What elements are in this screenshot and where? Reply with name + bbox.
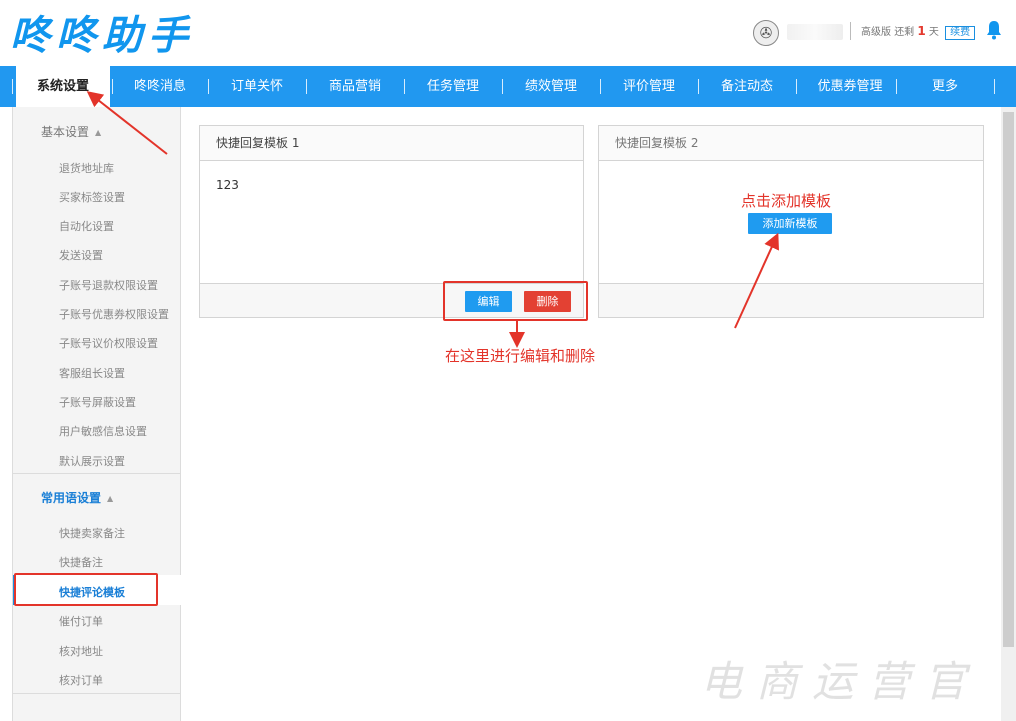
nav-divider bbox=[502, 79, 503, 94]
annotation-box-sidebar-item bbox=[14, 573, 158, 606]
nav-item-dongdong-messages[interactable]: 咚咚消息 bbox=[122, 66, 198, 107]
app-logo: 咚咚助手 bbox=[10, 13, 194, 59]
nav-divider bbox=[208, 79, 209, 94]
sidebar-item-buyer-tags[interactable]: 买家标签设置 bbox=[59, 189, 125, 205]
sidebar-item-subaccount-block[interactable]: 子账号屏蔽设置 bbox=[59, 394, 136, 410]
scrollbar-thumb[interactable] bbox=[1003, 112, 1014, 647]
edition-status: 高级版 还剩 1 天 续费 bbox=[861, 24, 976, 40]
annotation-add-note: 点击添加模板 bbox=[741, 192, 832, 210]
nav-divider bbox=[796, 79, 797, 94]
sidebar-item-return-address[interactable]: 退货地址库 bbox=[59, 160, 114, 176]
sidebar-item-default-display[interactable]: 默认展示设置 bbox=[59, 453, 125, 469]
username-blurred bbox=[787, 24, 843, 40]
nav-item-more[interactable]: 更多 bbox=[906, 66, 984, 107]
sidebar-item-automation[interactable]: 自动化设置 bbox=[59, 218, 114, 234]
sidebar-group-phrases[interactable]: 常用语设置 ▲ bbox=[41, 489, 113, 506]
nav-divider bbox=[698, 79, 699, 94]
sidebar-item-subaccount-refund[interactable]: 子账号退款权限设置 bbox=[59, 277, 158, 293]
template-panel-2-title: 快捷回复模板 2 bbox=[599, 126, 983, 161]
caret-up-icon: ▲ bbox=[95, 128, 102, 137]
nav-item-order-care[interactable]: 订单关怀 bbox=[218, 66, 296, 107]
add-template-button[interactable]: 添加新模板 bbox=[748, 213, 832, 234]
sidebar-group-label: 常用语设置 bbox=[41, 491, 102, 505]
remaining-prefix: 还剩 bbox=[894, 27, 915, 38]
annotation-box-edit-delete bbox=[443, 281, 588, 321]
sidebar-item-quick-remark[interactable]: 快捷备注 bbox=[59, 554, 103, 570]
avatar-icon[interactable]: ✇ bbox=[753, 20, 779, 46]
caret-up-icon: ▲ bbox=[107, 494, 114, 503]
nav-divider bbox=[12, 79, 13, 94]
nav-divider bbox=[404, 79, 405, 94]
nav-item-system-settings[interactable]: 系统设置 bbox=[16, 66, 110, 107]
bell-icon[interactable] bbox=[985, 20, 1003, 42]
main-nav: 系统设置 咚咚消息 订单关怀 商品营销 任务管理 绩效管理 评价管理 备注动态 … bbox=[0, 66, 1016, 107]
annotation-edit-delete-note: 在这里进行编辑和删除 bbox=[445, 347, 596, 365]
remaining-suffix: 天 bbox=[928, 27, 939, 38]
nav-item-performance-management[interactable]: 绩效管理 bbox=[512, 66, 590, 107]
nav-divider bbox=[306, 79, 307, 94]
nav-item-product-marketing[interactable]: 商品营销 bbox=[316, 66, 394, 107]
sidebar-divider bbox=[13, 693, 181, 694]
renew-button[interactable]: 续费 bbox=[945, 26, 976, 40]
sidebar: 基本设置 ▲ 退货地址库 买家标签设置 自动化设置 发送设置 子账号退款权限设置 … bbox=[12, 107, 181, 721]
nav-divider bbox=[994, 79, 995, 94]
nav-divider bbox=[112, 79, 113, 94]
app-window: 咚咚助手 ✇ 高级版 还剩 1 天 续费 系统设置 咚咚消息 订单关怀 商品营销… bbox=[0, 0, 1016, 721]
bell-icon-svg bbox=[987, 21, 1001, 40]
sidebar-item-cs-leader[interactable]: 客服组长设置 bbox=[59, 365, 125, 381]
template-panel-2-footer bbox=[599, 283, 983, 317]
sidebar-item-quick-seller-remark[interactable]: 快捷卖家备注 bbox=[59, 525, 125, 541]
edition-label: 高级版 bbox=[861, 27, 891, 38]
sidebar-group-label: 基本设置 bbox=[41, 125, 90, 139]
sidebar-item-sensitive-info[interactable]: 用户敏感信息设置 bbox=[59, 423, 147, 439]
sidebar-divider bbox=[13, 473, 181, 474]
sidebar-item-verify-address[interactable]: 核对地址 bbox=[59, 643, 103, 659]
header-divider bbox=[850, 22, 851, 40]
nav-item-remark-updates[interactable]: 备注动态 bbox=[708, 66, 786, 107]
sidebar-item-verify-order[interactable]: 核对订单 bbox=[59, 672, 103, 688]
sidebar-item-subaccount-coupon[interactable]: 子账号优惠券权限设置 bbox=[59, 306, 169, 322]
sidebar-item-subaccount-bargain[interactable]: 子账号议价权限设置 bbox=[59, 335, 158, 351]
nav-divider bbox=[896, 79, 897, 94]
template-panel-1-title: 快捷回复模板 1 bbox=[200, 126, 583, 161]
header: 咚咚助手 ✇ 高级版 还剩 1 天 续费 bbox=[0, 0, 1016, 66]
nav-item-review-management[interactable]: 评价管理 bbox=[610, 66, 688, 107]
nav-divider bbox=[600, 79, 601, 94]
nav-item-coupon-management[interactable]: 优惠券管理 bbox=[806, 66, 894, 107]
remaining-days: 1 bbox=[917, 24, 926, 38]
nav-item-task-management[interactable]: 任务管理 bbox=[414, 66, 492, 107]
sidebar-item-send-settings[interactable]: 发送设置 bbox=[59, 247, 103, 263]
sidebar-group-basic-settings[interactable]: 基本设置 ▲ bbox=[41, 123, 101, 140]
sidebar-item-payment-reminder[interactable]: 催付订单 bbox=[59, 613, 103, 629]
watermark: 电商运营官 bbox=[700, 657, 981, 706]
template-panel-1-content: 123 bbox=[216, 178, 239, 192]
